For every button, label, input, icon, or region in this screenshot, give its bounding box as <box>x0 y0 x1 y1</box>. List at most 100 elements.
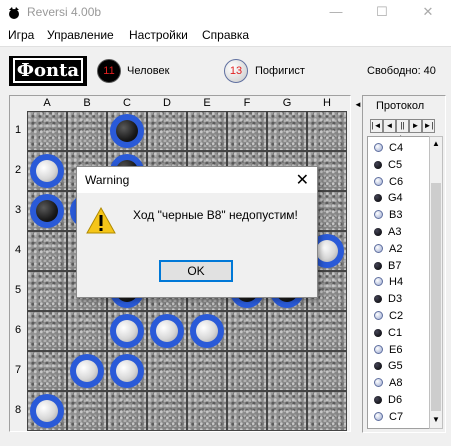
move-list-item[interactable]: G4 <box>374 190 430 206</box>
move-list-item[interactable]: G5 <box>374 358 430 374</box>
black-player-name: Человек <box>127 65 170 77</box>
move-list-item[interactable]: D3 <box>374 291 430 307</box>
board-cell-H8[interactable] <box>307 391 347 431</box>
board-cell-H7[interactable] <box>307 351 347 391</box>
title-bar: Reversi 4.00b — ☐ ✕ <box>0 0 451 24</box>
board-cell-G6[interactable] <box>267 311 307 351</box>
column-label: G <box>282 97 292 109</box>
board-cell-D1[interactable] <box>147 111 187 151</box>
window-title: Reversi 4.00b <box>27 5 102 19</box>
white-move-dot-icon <box>374 277 383 287</box>
menu-settings[interactable]: Настройки <box>129 28 188 42</box>
white-score-badge: 13 <box>224 59 248 83</box>
move-list-item[interactable]: B3 <box>374 207 430 223</box>
board-cell-G8[interactable] <box>267 391 307 431</box>
disc-face <box>116 320 138 342</box>
board-cell-A3[interactable] <box>27 191 67 231</box>
move-list-scrollbar[interactable]: ▲ ▼ <box>429 136 443 429</box>
board-cell-F7[interactable] <box>227 351 267 391</box>
scroll-up-icon[interactable]: ▲ <box>430 137 442 151</box>
protocol-title: Протокол <box>376 100 425 112</box>
board-cell-D8[interactable] <box>147 391 187 431</box>
board-cell-A1[interactable] <box>27 111 67 151</box>
board-cell-D6[interactable] <box>147 311 187 351</box>
scroll-thumb[interactable] <box>431 183 441 411</box>
move-list-item[interactable]: B7 <box>374 258 430 274</box>
board-cell-H6[interactable] <box>307 311 347 351</box>
board-cell-H1[interactable] <box>307 111 347 151</box>
move-list-item[interactable]: C7 <box>374 409 430 425</box>
warning-icon <box>86 207 116 234</box>
scroll-down-icon[interactable]: ▼ <box>430 413 442 427</box>
board-cell-G1[interactable] <box>267 111 307 151</box>
board-cell-C1[interactable] <box>107 111 147 151</box>
board-cell-B1[interactable] <box>67 111 107 151</box>
prev-move-icon[interactable]: ◄ <box>383 119 396 133</box>
maximize-button[interactable]: ☐ <box>359 0 405 24</box>
minimize-button[interactable]: — <box>313 0 359 24</box>
app-icon <box>9 7 19 19</box>
move-list-item[interactable]: E6 <box>374 342 430 358</box>
move-list-item[interactable]: A3 <box>374 224 430 240</box>
menu-control[interactable]: Управление <box>47 28 114 42</box>
disc-face <box>316 240 338 262</box>
move-list[interactable]: C4 C5 C6 G4 B3 A3 A2 B7 H4 D3 C2 C1 E6 G5 A8 D6 C7 <box>367 136 431 429</box>
board-cell-D7[interactable] <box>147 351 187 391</box>
board-cell-C7[interactable] <box>107 351 147 391</box>
board-cell-C8[interactable] <box>107 391 147 431</box>
last-move-icon[interactable]: ►| <box>422 119 435 133</box>
move-list-item[interactable]: H4 <box>374 274 430 290</box>
white-move-dot-icon <box>374 243 383 253</box>
board-cell-E8[interactable] <box>187 391 227 431</box>
play-icon[interactable]: ||► <box>396 119 409 142</box>
board-cell-B6[interactable] <box>67 311 107 351</box>
move-label: C5 <box>388 158 403 171</box>
white-disc <box>30 154 64 188</box>
collapse-arrow-icon[interactable]: ◄ <box>354 100 362 109</box>
move-label: C6 <box>389 175 404 188</box>
board-cell-F8[interactable] <box>227 391 267 431</box>
move-list-item[interactable]: A8 <box>374 375 430 391</box>
move-list-item[interactable]: C2 <box>374 308 430 324</box>
white-disc <box>110 314 144 348</box>
move-list-item[interactable]: C5 <box>374 157 430 173</box>
board-cell-A5[interactable] <box>27 271 67 311</box>
next-move-icon[interactable]: ► <box>409 119 422 133</box>
ok-button[interactable]: OK <box>159 260 233 282</box>
move-label: B7 <box>388 259 402 272</box>
move-list-item[interactable]: C4 <box>374 140 430 156</box>
board-cell-F6[interactable] <box>227 311 267 351</box>
move-label: D3 <box>388 293 403 306</box>
move-label: B3 <box>389 209 403 222</box>
move-list-item[interactable]: A2 <box>374 241 430 257</box>
board-cell-A6[interactable] <box>27 311 67 351</box>
board-cell-G7[interactable] <box>267 351 307 391</box>
menu-bar: Игра Управление Настройки Справка <box>0 24 451 47</box>
free-cells-count: Свободно: 40 <box>367 65 436 77</box>
move-list-item[interactable]: D6 <box>374 392 430 408</box>
board-cell-E7[interactable] <box>187 351 227 391</box>
board-cell-C6[interactable] <box>107 311 147 351</box>
menu-game[interactable]: Игра <box>8 28 34 42</box>
dialog-message: Ход "черные B8" недопустим! <box>133 208 298 222</box>
menu-help[interactable]: Справка <box>202 28 249 42</box>
board-cell-A8[interactable] <box>27 391 67 431</box>
first-move-icon[interactable]: |◄ <box>370 119 383 133</box>
move-list-item[interactable]: C6 <box>374 174 430 190</box>
board-cell-A4[interactable] <box>27 231 67 271</box>
black-move-dot-icon <box>374 228 382 236</box>
dialog-close-icon[interactable]: ✕ <box>296 170 309 190</box>
board-cell-E6[interactable] <box>187 311 227 351</box>
move-list-item[interactable]: C1 <box>374 325 430 341</box>
board-cell-B7[interactable] <box>67 351 107 391</box>
disc-face <box>36 400 58 422</box>
black-move-dot-icon <box>374 261 382 270</box>
board-cell-B8[interactable] <box>67 391 107 431</box>
disc-face <box>76 360 98 382</box>
white-move-dot-icon <box>374 311 383 320</box>
board-cell-A2[interactable] <box>27 151 67 191</box>
close-button[interactable]: ✕ <box>405 0 451 24</box>
board-cell-E1[interactable] <box>187 111 227 151</box>
board-cell-A7[interactable] <box>27 351 67 391</box>
board-cell-F1[interactable] <box>227 111 267 151</box>
